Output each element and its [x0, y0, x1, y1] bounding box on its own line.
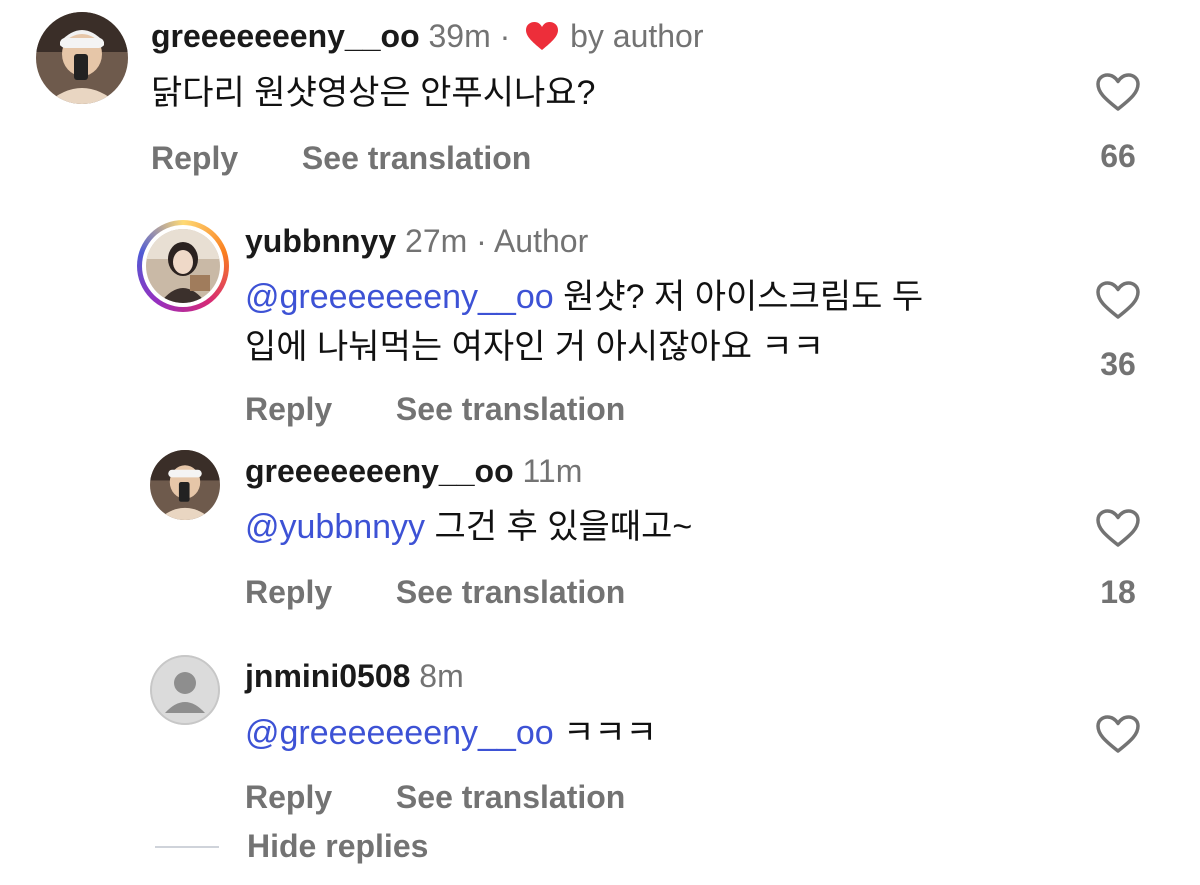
reply-button[interactable]: Reply: [151, 140, 238, 177]
comment-body-line1: 원샷? 저 아이스크림도 두: [553, 278, 924, 316]
like-section: 18: [1088, 508, 1148, 611]
comment-actions: Reply See translation: [245, 574, 625, 611]
heart-outline-icon[interactable]: [1095, 508, 1141, 548]
liked-by-author-heart-icon: [526, 22, 559, 50]
comment-text: @greeeeeeeny__oo 원샷? 저 아이스크림도 두 입에 나눠먹는 …: [245, 272, 1065, 372]
see-translation-button[interactable]: See translation: [396, 391, 625, 428]
comment-header: yubbnnyy 27m · Author: [245, 221, 588, 261]
comment-text: @greeeeeeeny__oo ㅋㅋㅋ: [245, 708, 657, 758]
username[interactable]: jnmini0508: [245, 658, 410, 694]
comment-body: ㅋㅋㅋ: [553, 714, 657, 752]
comment-header: greeeeeeeny__oo 39m · by author: [151, 16, 704, 56]
mention-link[interactable]: @greeeeeeeny__oo: [245, 278, 554, 316]
like-section: 66: [1088, 72, 1148, 175]
see-translation-button[interactable]: See translation: [396, 574, 625, 611]
like-count: 18: [1100, 574, 1136, 610]
user-photo-avatar-icon: [36, 12, 128, 104]
reply-button[interactable]: Reply: [245, 779, 332, 816]
comment-actions: Reply See translation: [245, 391, 625, 428]
story-ring-avatar-icon: [146, 229, 220, 303]
like-section: 36: [1088, 280, 1148, 383]
heart-outline-icon[interactable]: [1095, 714, 1141, 754]
avatar[interactable]: [150, 655, 220, 725]
separator: ·: [499, 18, 511, 54]
username[interactable]: yubbnnyy: [245, 223, 396, 259]
separator: ·: [476, 223, 487, 259]
avatar[interactable]: [36, 12, 128, 104]
like-section: [1088, 714, 1148, 754]
hide-replies-button[interactable]: Hide replies: [247, 828, 428, 865]
comment-header: jnmini0508 8m: [245, 656, 464, 696]
story-ring-gap: [142, 225, 224, 307]
user-photo-avatar-icon: [150, 450, 220, 520]
mention-link[interactable]: @yubbnnyy: [245, 508, 425, 546]
comment-body: 닭다리 원샷영상은 안푸시나요?: [151, 74, 596, 112]
username[interactable]: greeeeeeeny__oo: [245, 453, 514, 489]
username[interactable]: greeeeeeeny__oo: [151, 18, 420, 54]
comment-text: 닭다리 원샷영상은 안푸시나요?: [151, 68, 595, 118]
heart-outline-icon[interactable]: [1095, 280, 1141, 320]
reply-button[interactable]: Reply: [245, 391, 332, 428]
like-count: 36: [1100, 346, 1136, 382]
default-person-avatar-icon: [150, 655, 220, 725]
author-badge: Author: [493, 223, 589, 259]
see-translation-button[interactable]: See translation: [396, 779, 625, 816]
comment-body-line2: 입에 나눠먹는 여자인 거 아시잖아요 ㅋㅋ: [245, 328, 824, 366]
comment-body: 그건 후 있을때고~: [425, 508, 693, 546]
reply-button[interactable]: Reply: [245, 574, 332, 611]
mention-link[interactable]: @greeeeeeeny__oo: [245, 714, 554, 752]
heart-outline-icon[interactable]: [1095, 72, 1141, 112]
timestamp: 11m: [522, 453, 583, 489]
see-translation-button[interactable]: See translation: [302, 140, 531, 177]
comment-actions: Reply See translation: [151, 140, 531, 177]
like-count: 66: [1100, 138, 1136, 174]
timestamp: 27m: [405, 223, 468, 259]
comment-header: greeeeeeeny__oo 11m: [245, 451, 582, 491]
avatar[interactable]: [150, 450, 220, 520]
liked-by-author-label: by author: [570, 18, 704, 54]
hide-replies-divider: [155, 846, 219, 848]
comment-actions: Reply See translation: [245, 779, 625, 816]
timestamp: 39m: [428, 18, 491, 54]
timestamp: 8m: [419, 658, 464, 694]
story-ring[interactable]: [137, 220, 229, 312]
avatar: [146, 229, 220, 303]
comment-text: @yubbnnyy 그건 후 있을때고~: [245, 502, 692, 552]
